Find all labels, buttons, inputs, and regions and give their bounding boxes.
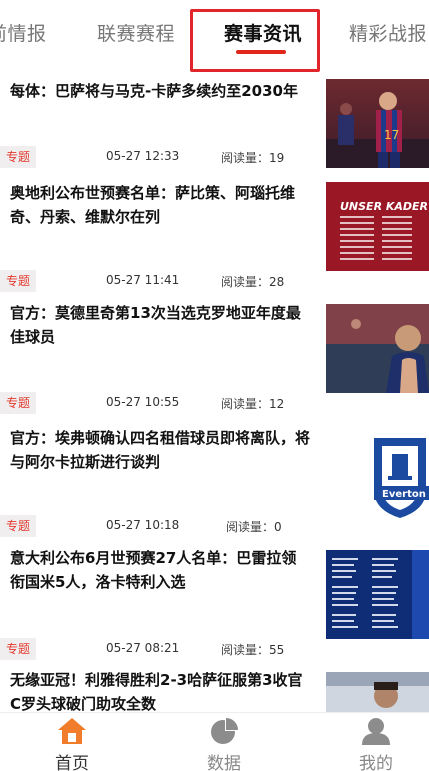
article-title[interactable]: 无缘亚冠！利雅得胜利2-3哈萨征服第3收官 C罗头球破门助攻全数 [10,668,310,712]
svg-text:17: 17 [384,128,399,142]
publish-time: 05-27 08:21 [106,641,180,655]
list-item[interactable]: 官方：莫德里奇第13次当选克罗地亚年度最佳球员 专题 05-27 10:55 阅… [0,300,429,422]
article-thumbnail[interactable]: 17 [326,79,429,168]
topic-tag: 专题 [0,270,37,292]
nav-label-profile: 我的 [359,754,393,771]
article-meta: 专题 05-27 10:18 阅读量：0 [0,515,320,537]
nav-data[interactable]: 数据 [184,713,264,771]
tab-schedule[interactable]: 联赛赛程 [97,19,175,46]
publish-time: 05-27 10:18 [106,518,180,532]
topic-tag: 专题 [0,638,37,660]
article-thumbnail[interactable]: Everton [326,430,429,519]
article-title[interactable]: 官方：莫德里奇第13次当选克罗地亚年度最佳球员 [10,301,310,349]
nav-profile[interactable]: 我的 [336,713,416,771]
topic-tag: 专题 [0,515,37,537]
home-icon [58,718,86,744]
article-title[interactable]: 官方：埃弗顿确认四名租借球员即将离队，将与阿尔卡拉斯进行谈判 [10,426,310,474]
article-thumbnail[interactable]: UNSER KADER [326,182,429,271]
article-thumbnail[interactable] [326,672,429,712]
everton-wordmark: Everton [382,489,426,500]
article-meta: 专题 05-27 10:55 阅读量：12 [0,392,320,414]
article-title[interactable]: 意大利公布6月世预赛27人名单：巴雷拉领衔国米5人，洛卡特利入选 [10,546,310,594]
list-item[interactable]: 意大利公布6月世预赛27人名单：巴雷拉领衔国米5人，洛卡特利入选 专题 05-2… [0,548,429,670]
read-count: 阅读量：55 [221,643,285,657]
read-count: 阅读量：19 [221,151,285,165]
list-item[interactable]: 无缘亚冠！利雅得胜利2-3哈萨征服第3收官 C罗头球破门助攻全数 [0,670,429,712]
article-meta: 专题 05-27 11:41 阅读量：28 [0,270,320,292]
publish-time: 05-27 11:41 [106,273,180,287]
article-title[interactable]: 每体：巴萨将与马克-卡萨多续约至2030年 [10,79,310,103]
active-tab-highlight-box [190,9,320,72]
article-title[interactable]: 奥地利公布世预赛名单：萨比策、阿瑙托维奇、丹索、维默尔在列 [10,181,310,229]
read-count: 阅读量：28 [221,275,285,289]
topic-tag: 专题 [0,146,37,168]
tab-reports[interactable]: 精彩战报 [349,19,427,46]
topic-tag: 专题 [0,392,37,414]
nav-label-home: 首页 [55,754,89,771]
nav-label-data: 数据 [207,754,241,771]
article-meta: 专题 05-27 12:33 阅读量：19 [0,146,320,168]
article-thumbnail[interactable] [326,550,429,639]
list-item[interactable]: 官方：埃弗顿确认四名租借球员即将离队，将与阿尔卡拉斯进行谈判 专题 05-27 … [0,424,429,546]
user-icon [362,718,390,745]
publish-time: 05-27 10:55 [106,395,180,409]
nav-home[interactable]: 首页 [32,713,112,771]
read-count: 阅读量：0 [226,520,282,534]
news-feed: 每体：巴萨将与马克-卡萨多续约至2030年 专题 05-27 12:33 阅读量… [0,76,429,712]
list-item[interactable]: 奥地利公布世预赛名单：萨比策、阿瑙托维奇、丹索、维默尔在列 专题 05-27 1… [0,176,429,298]
article-meta: 专题 05-27 08:21 阅读量：55 [0,638,320,660]
tab-intel[interactable]: 前情报 [0,19,47,46]
pie-chart-icon [211,718,238,744]
read-count: 阅读量：12 [221,397,285,411]
bottom-nav: 首页 数据 我的 [0,712,429,771]
squad-heading: UNSER KADER [340,200,428,213]
tab-bar: 前情报 联赛赛程 赛事资讯 精彩战报 [0,0,429,76]
article-thumbnail[interactable] [326,304,429,393]
publish-time: 05-27 12:33 [106,149,180,163]
